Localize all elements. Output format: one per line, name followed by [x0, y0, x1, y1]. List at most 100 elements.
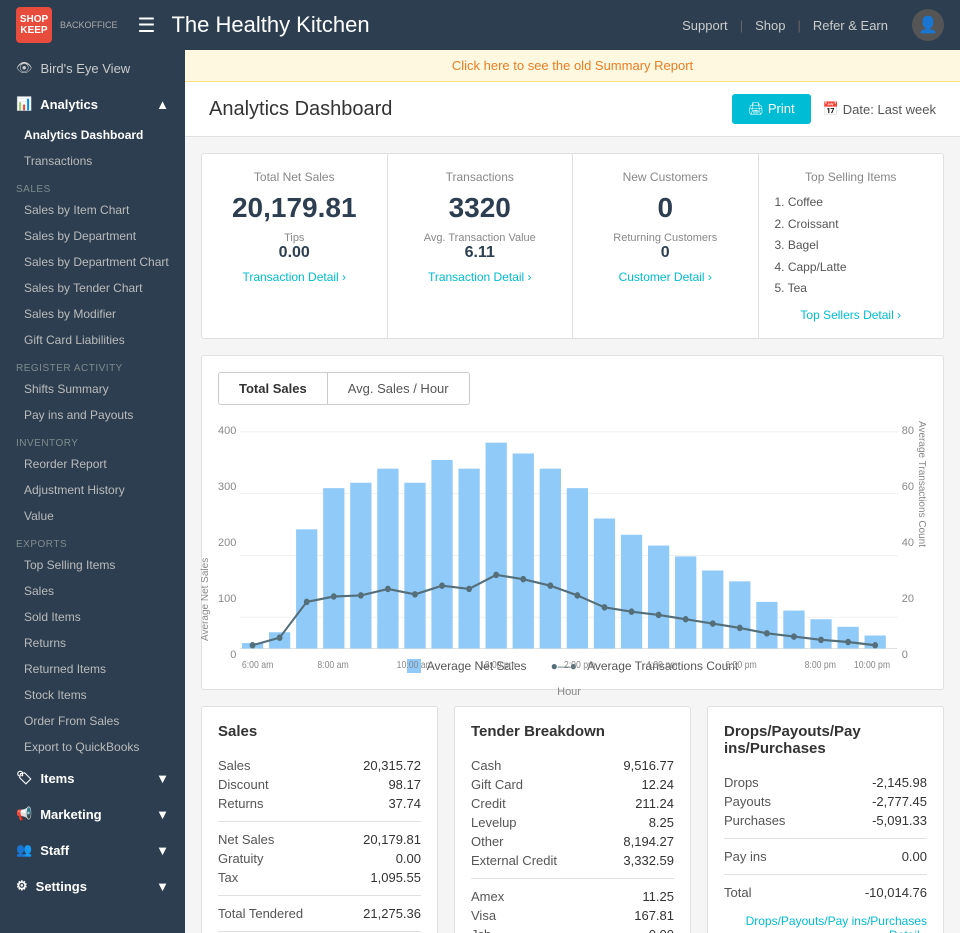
svg-text:6:00 pm: 6:00 pm [726, 660, 758, 671]
tender-card: Tender Breakdown Cash 9,516.77 Gift Card… [454, 706, 691, 933]
transactions-value: 3320 [404, 192, 557, 224]
chart-svg-container: 6:00 am 8:00 am 10:00 am 12:00 pm 2:00 p… [240, 421, 897, 681]
x-axis-label: Hour [240, 686, 897, 698]
summary-cards: Total Net Sales 20,179.81 Tips 0.00 Tran… [201, 153, 944, 339]
chart-area: 400 300 200 100 0 [218, 421, 927, 681]
net-sales-card: Total Net Sales 20,179.81 Tips 0.00 Tran… [202, 154, 388, 338]
svg-text:12:00 pm: 12:00 pm [480, 660, 517, 671]
sales-row-sales: Sales 20,315.72 [218, 756, 421, 775]
sidebar-item-order-from-sales[interactable]: Order From Sales [0, 708, 185, 734]
returning-value: 0 [589, 244, 742, 262]
chart-svg: 6:00 am 8:00 am 10:00 am 12:00 pm 2:00 p… [240, 421, 897, 681]
top-seller-4: 4. Capp/Latte [775, 257, 928, 279]
sidebar-item-payins[interactable]: Pay ins and Payouts [0, 402, 185, 428]
tender-row-credit: Credit 211.24 [471, 794, 674, 813]
sidebar-item-quickbooks[interactable]: Export to QuickBooks [0, 734, 185, 760]
sidebar-item-returns[interactable]: Returns [0, 630, 185, 656]
sales-row-gratuity: Gratuity 0.00 [218, 849, 421, 868]
drops-card: Drops/Payouts/Pay ins/Purchases Drops -2… [707, 706, 944, 933]
sidebar-item-bird-eye[interactable]: 👁 Bird's Eye View [0, 50, 185, 86]
top-seller-1: 1. Coffee [775, 192, 928, 214]
sidebar-item-sales-by-item[interactable]: Sales by Item Chart [0, 197, 185, 223]
drops-row-drops: Drops -2,145.98 [724, 773, 927, 792]
top-sellers-card: Top Selling Items 1. Coffee 2. Croissant… [759, 154, 944, 338]
sidebar-category-register: Register Activity [0, 357, 185, 376]
print-button[interactable]: 🖨 Print [732, 94, 811, 124]
main-content: Click here to see the old Summary Report… [185, 50, 960, 933]
svg-text:6:00 am: 6:00 am [242, 660, 274, 671]
transaction-detail-link2[interactable]: Transaction Detail › [404, 270, 557, 284]
sidebar-staff-header[interactable]: 👥 Staff ▼ [0, 832, 185, 868]
logo-icon: SHOPKEEP [16, 7, 52, 43]
sidebar-items-header[interactable]: 🏷 Items ▼ [0, 760, 185, 796]
sidebar-item-top-selling[interactable]: Top Selling Items [0, 552, 185, 578]
chart-tabs: Total Sales Avg. Sales / Hour [218, 372, 927, 405]
drops-row-payouts: Payouts -2,777.45 [724, 792, 927, 811]
sidebar-item-sales-export[interactable]: Sales [0, 578, 185, 604]
tender-row-other: Other 8,194.27 [471, 832, 674, 851]
date-filter[interactable]: 📅 Date: Last week [823, 101, 936, 117]
tender-row-external: External Credit 3,332.59 [471, 851, 674, 870]
customer-detail-link[interactable]: Customer Detail › [589, 270, 742, 284]
user-menu[interactable]: 👤 [912, 9, 944, 41]
chevron-down-icon: ▼ [156, 771, 169, 786]
sidebar-item-sales-by-dept-chart[interactable]: Sales by Department Chart [0, 249, 185, 275]
drops-card-title: Drops/Payouts/Pay ins/Purchases [724, 723, 927, 757]
svg-text:10:00 pm: 10:00 pm [854, 660, 891, 671]
net-sales-value: 20,179.81 [218, 192, 371, 224]
tab-total-sales[interactable]: Total Sales [218, 372, 328, 405]
sidebar-item-sales-by-tender[interactable]: Sales by Tender Chart [0, 275, 185, 301]
svg-text:8:00 am: 8:00 am [318, 660, 350, 671]
transaction-detail-link1[interactable]: Transaction Detail › [218, 270, 371, 284]
sidebar-analytics-header[interactable]: 📊 Analytics ▲ [0, 86, 185, 122]
sidebar-item-value[interactable]: Value [0, 503, 185, 529]
refer-link[interactable]: Refer & Earn [813, 18, 888, 33]
sidebar-item-sold-items[interactable]: Sold Items [0, 604, 185, 630]
hamburger-icon[interactable]: ☰ [138, 13, 156, 38]
drops-row-total: Total -10,014.76 [724, 883, 927, 902]
marketing-icon: 📢 [16, 806, 32, 822]
sidebar-settings-header[interactable]: ⚙ Settings ▼ [0, 868, 185, 904]
logo-text: BACKOFFICE [60, 21, 118, 30]
sidebar-item-sales-by-modifier[interactable]: Sales by Modifier [0, 301, 185, 327]
page-title: Analytics Dashboard [209, 98, 392, 121]
tender-row-amex: Amex 11.25 [471, 887, 674, 906]
top-sellers-detail-link[interactable]: Top Sellers Detail › [775, 308, 928, 322]
net-sales-label: Total Net Sales [218, 170, 371, 184]
customers-card: New Customers 0 Returning Customers 0 Cu… [573, 154, 759, 338]
sidebar-item-sales-by-dept[interactable]: Sales by Department [0, 223, 185, 249]
chevron-down-icon3: ▼ [156, 843, 169, 858]
bottom-section: Sales Sales 20,315.72 Discount 98.17 Ret… [201, 706, 944, 933]
drops-detail-link[interactable]: Drops/Payouts/Pay ins/Purchases Detail › [724, 914, 927, 933]
sidebar-item-analytics-dashboard[interactable]: Analytics Dashboard [0, 122, 185, 148]
avg-value: 6.11 [404, 244, 557, 262]
tab-avg-sales[interactable]: Avg. Sales / Hour [328, 372, 470, 405]
new-customers-value: 0 [589, 192, 742, 224]
y-axis-left-label: Average Net Sales [200, 441, 211, 641]
sidebar-item-gift-card[interactable]: Gift Card Liabilities [0, 327, 185, 353]
items-icon: 🏷 [16, 770, 33, 786]
drops-row-payins: Pay ins 0.00 [724, 847, 927, 866]
chart-icon: 📊 [16, 96, 32, 112]
sidebar-item-shifts[interactable]: Shifts Summary [0, 376, 185, 402]
support-link[interactable]: Support [682, 18, 728, 33]
shop-link[interactable]: Shop [755, 18, 785, 33]
tender-row-visa: Visa 167.81 [471, 906, 674, 925]
old-report-banner[interactable]: Click here to see the old Summary Report [185, 50, 960, 82]
new-customers-label: New Customers [589, 170, 742, 184]
sidebar: 👁 Bird's Eye View 📊 Analytics ▲ Analytic… [0, 50, 185, 933]
page-header: Analytics Dashboard 🖨 Print 📅 Date: Last… [185, 82, 960, 137]
sidebar-item-transactions[interactable]: Transactions [0, 148, 185, 174]
sales-card: Sales Sales 20,315.72 Discount 98.17 Ret… [201, 706, 438, 933]
transactions-label: Transactions [404, 170, 557, 184]
sidebar-marketing-header[interactable]: 📢 Marketing ▼ [0, 796, 185, 832]
chart-section: Total Sales Avg. Sales / Hour 400 300 20… [201, 355, 944, 690]
transactions-card: Transactions 3320 Avg. Transaction Value… [388, 154, 574, 338]
calendar-icon: 📅 [823, 101, 839, 117]
tender-row-gift: Gift Card 12.24 [471, 775, 674, 794]
sidebar-item-returned-items[interactable]: Returned Items [0, 656, 185, 682]
sidebar-item-adjustment[interactable]: Adjustment History [0, 477, 185, 503]
sidebar-item-reorder[interactable]: Reorder Report [0, 451, 185, 477]
sidebar-item-stock[interactable]: Stock Items [0, 682, 185, 708]
top-seller-3: 3. Bagel [775, 235, 928, 257]
